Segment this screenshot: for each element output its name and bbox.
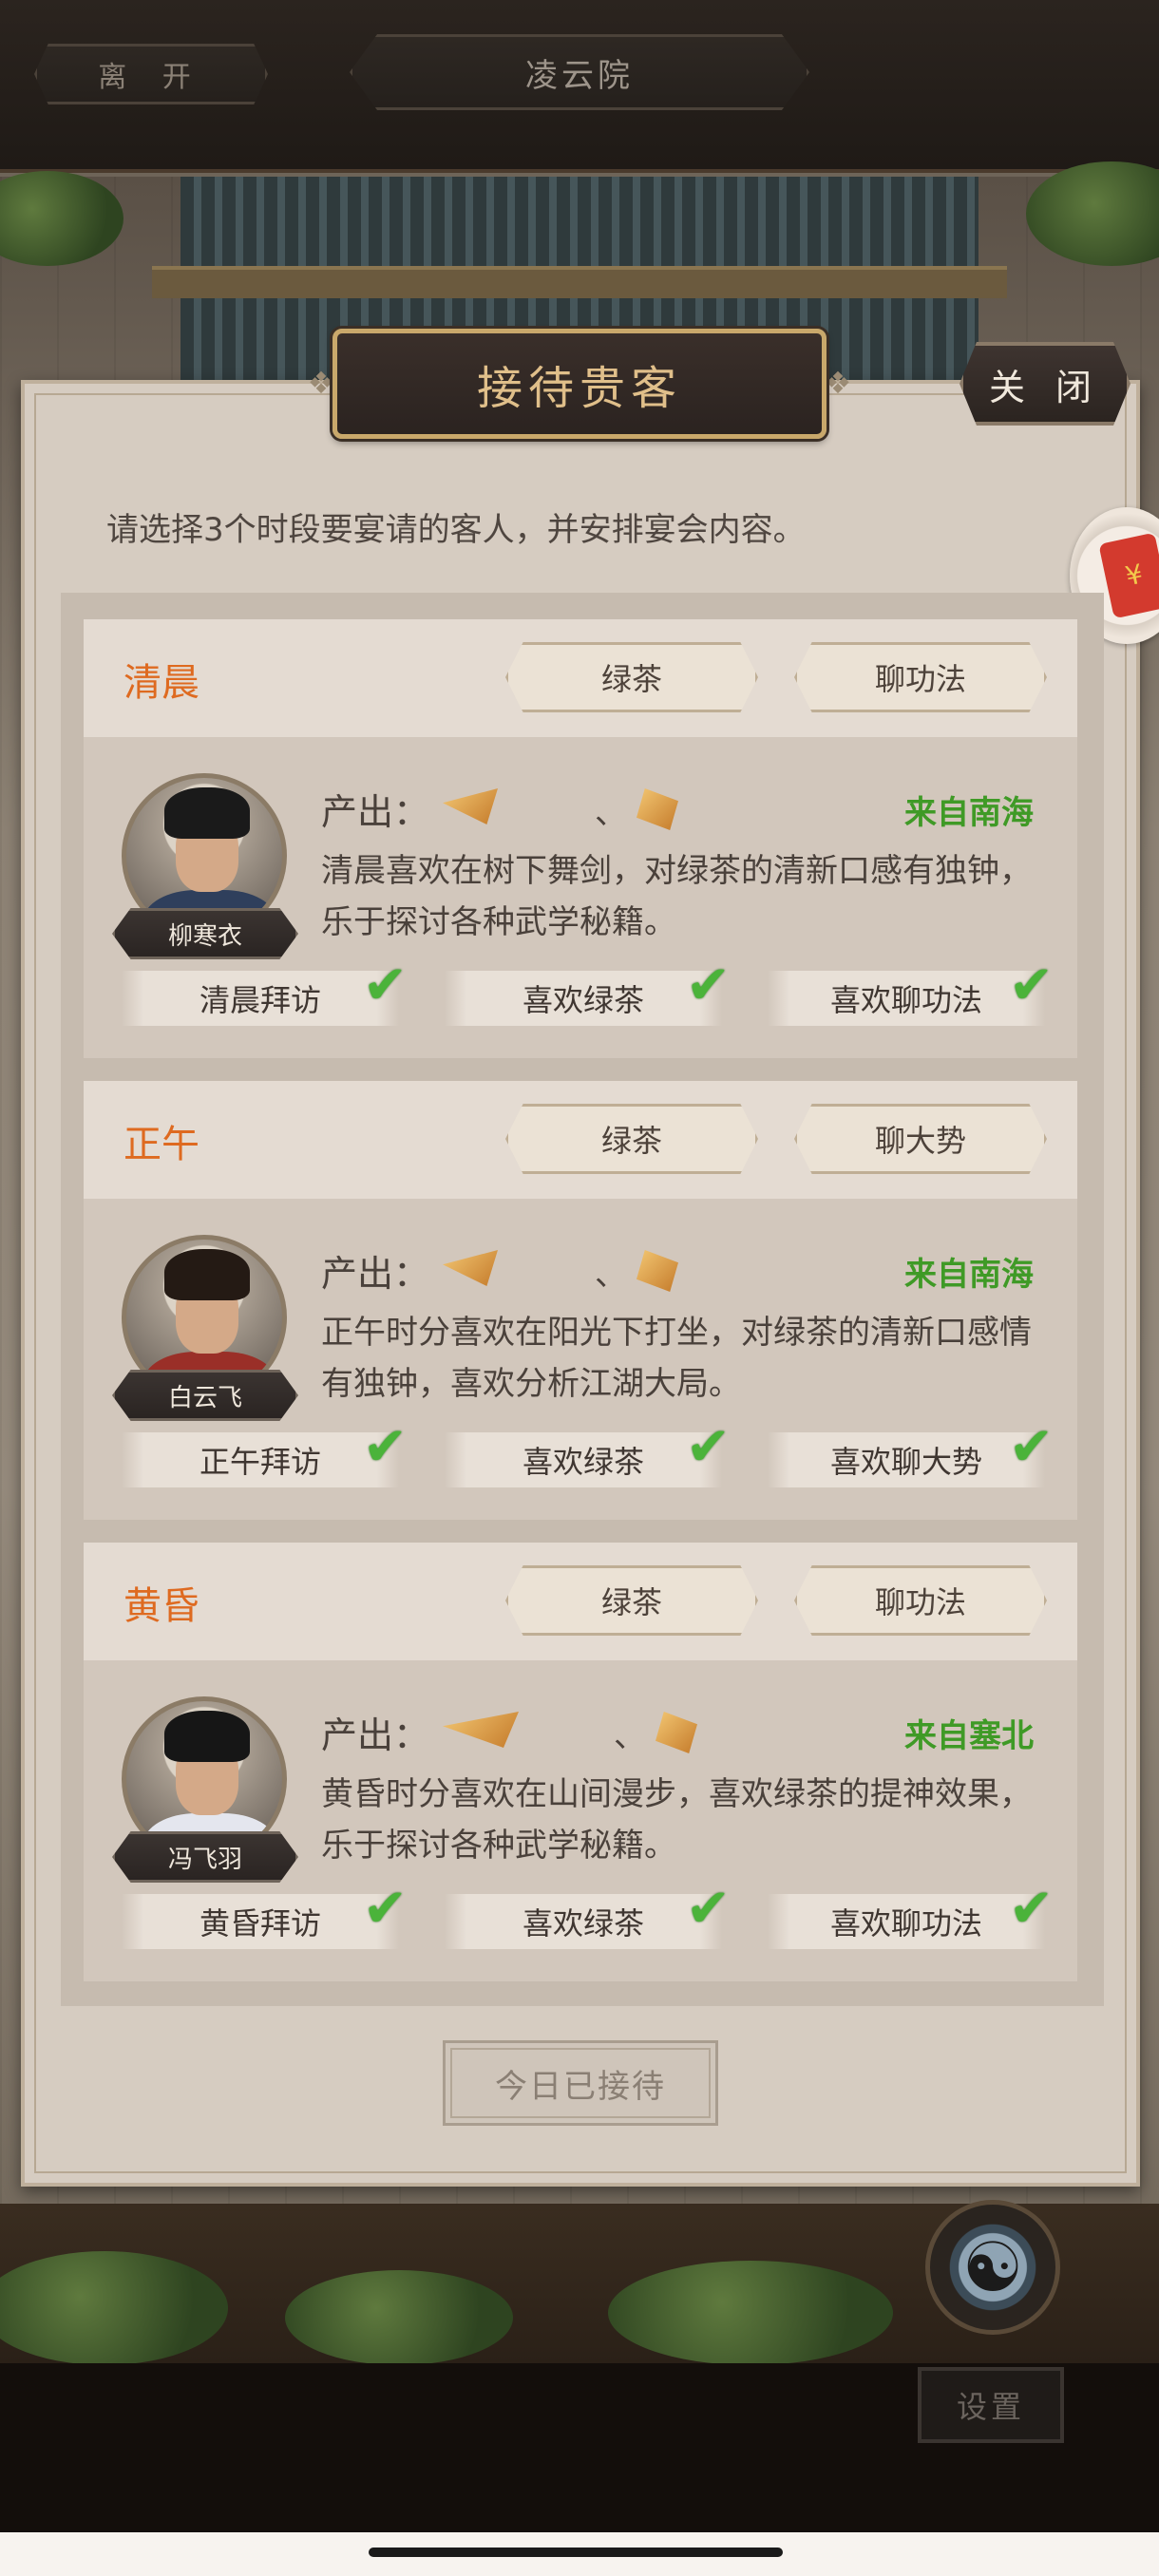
close-button[interactable]: 关 闭 <box>960 342 1130 426</box>
card-header: 清晨 绿茶 聊功法 <box>84 619 1077 737</box>
topic-select-button[interactable]: 聊大势 <box>794 1104 1047 1174</box>
topic-select-button[interactable]: 聊功法 <box>794 642 1047 712</box>
time-slot-label: 正午 <box>124 1123 200 1166</box>
check-icon: ✔ <box>686 1416 731 1478</box>
topic-select-button[interactable]: 聊功法 <box>794 1565 1047 1636</box>
leave-button[interactable]: 离 开 <box>34 44 268 104</box>
separator: 、 <box>595 794 627 832</box>
roof-beam <box>152 266 1007 298</box>
manual-item-icon[interactable] <box>636 788 678 830</box>
check-icon: ✔ <box>363 955 408 1016</box>
scroll-item-icon[interactable] <box>443 788 498 824</box>
guest-origin: 来自塞北 <box>904 1717 1034 1755</box>
separator: 、 <box>614 1717 646 1755</box>
requirement-time: 清晨拜访 <box>122 971 399 1026</box>
check-icon: ✔ <box>1009 955 1054 1016</box>
output-label: 产出： <box>321 791 430 833</box>
check-icon: ✔ <box>1009 1416 1054 1478</box>
check-icon: ✔ <box>686 1878 731 1940</box>
time-slot-label: 黄昏 <box>124 1584 200 1628</box>
guest-card-morning: 清晨 绿茶 聊功法 柳寒衣 产出： 、 来自南海 清晨喜欢在树下舞剑，对绿茶的清… <box>84 619 1077 1058</box>
guest-origin: 来自南海 <box>904 1256 1034 1294</box>
card-header: 黄昏 绿茶 聊功法 <box>84 1543 1077 1660</box>
location-title: 凌云院 <box>350 34 809 110</box>
tea-select-button[interactable]: 绿茶 <box>505 642 758 712</box>
guest-description: 清晨喜欢在树下舞剑，对绿茶的清新口感有独钟，乐于探讨各种武学秘籍。 <box>321 852 1032 941</box>
guest-card-evening: 黄昏 绿茶 聊功法 冯飞羽 产出： 、 来自塞北 黄昏时分喜欢在山间漫步，喜欢绿… <box>84 1543 1077 1981</box>
separator: 、 <box>595 1256 627 1294</box>
tea-select-button[interactable]: 绿茶 <box>505 1565 758 1636</box>
requirement-tea: 喜欢绿茶 <box>445 1432 722 1487</box>
tea-select-button[interactable]: 绿茶 <box>505 1104 758 1174</box>
received-today-button[interactable]: 今日已接待 <box>443 2040 718 2126</box>
guest-card-noon: 正午 绿茶 聊大势 白云飞 产出： 、 来自南海 正午时分喜欢在阳光下打坐，对绿… <box>84 1081 1077 1520</box>
card-header: 正午 绿茶 聊大势 <box>84 1081 1077 1199</box>
red-envelope-icon: ¥ <box>1098 532 1159 619</box>
output-label: 产出： <box>321 1714 430 1756</box>
home-indicator[interactable] <box>369 2548 783 2557</box>
top-bar: 离 开 凌云院 <box>0 0 1159 173</box>
guest-name: 柳寒衣 <box>112 908 298 959</box>
bush-decoration <box>608 2261 893 2365</box>
requirement-tea: 喜欢绿茶 <box>445 1894 722 1949</box>
requirement-tea: 喜欢绿茶 <box>445 971 722 1026</box>
guest-description: 黄昏时分喜欢在山间漫步，喜欢绿茶的提神效果，乐于探讨各种武学秘籍。 <box>321 1775 1032 1865</box>
requirement-topic: 喜欢聊功法 <box>768 1894 1045 1949</box>
guest-name: 白云飞 <box>112 1370 298 1421</box>
guest-description: 正午时分喜欢在阳光下打坐，对绿茶的清新口感情有独钟，喜欢分析江湖大局。 <box>321 1314 1032 1403</box>
scroll-item-icon[interactable] <box>443 1712 519 1748</box>
guest-name: 冯飞羽 <box>112 1831 298 1883</box>
settings-button[interactable]: 设置 <box>918 2367 1064 2443</box>
bush-decoration <box>285 2270 513 2365</box>
requirement-topic: 喜欢聊功法 <box>768 971 1045 1026</box>
check-icon: ✔ <box>686 955 731 1016</box>
check-icon: ✔ <box>1009 1878 1054 1940</box>
letter-item-icon[interactable] <box>636 1250 678 1292</box>
check-icon: ✔ <box>363 1416 408 1478</box>
requirement-topic: 喜欢聊大势 <box>768 1432 1045 1487</box>
output-label: 产出： <box>321 1253 430 1295</box>
instruction-text: 请选择3个时段要宴请的客人，并安排宴会内容。 <box>106 511 806 549</box>
requirement-time: 黄昏拜访 <box>122 1894 399 1949</box>
time-slot-label: 清晨 <box>124 661 200 705</box>
yin-yang-icon: ☯ <box>961 2227 1024 2307</box>
scroll-item-icon[interactable] <box>443 1250 498 1286</box>
requirement-time: 正午拜访 <box>122 1432 399 1487</box>
check-icon: ✔ <box>363 1878 408 1940</box>
dialog-title: 接待贵客 <box>332 329 826 439</box>
taiji-menu-button[interactable]: ☯ <box>925 2200 1060 2335</box>
guest-origin: 来自南海 <box>904 794 1034 832</box>
letter-item-icon[interactable] <box>656 1712 697 1753</box>
